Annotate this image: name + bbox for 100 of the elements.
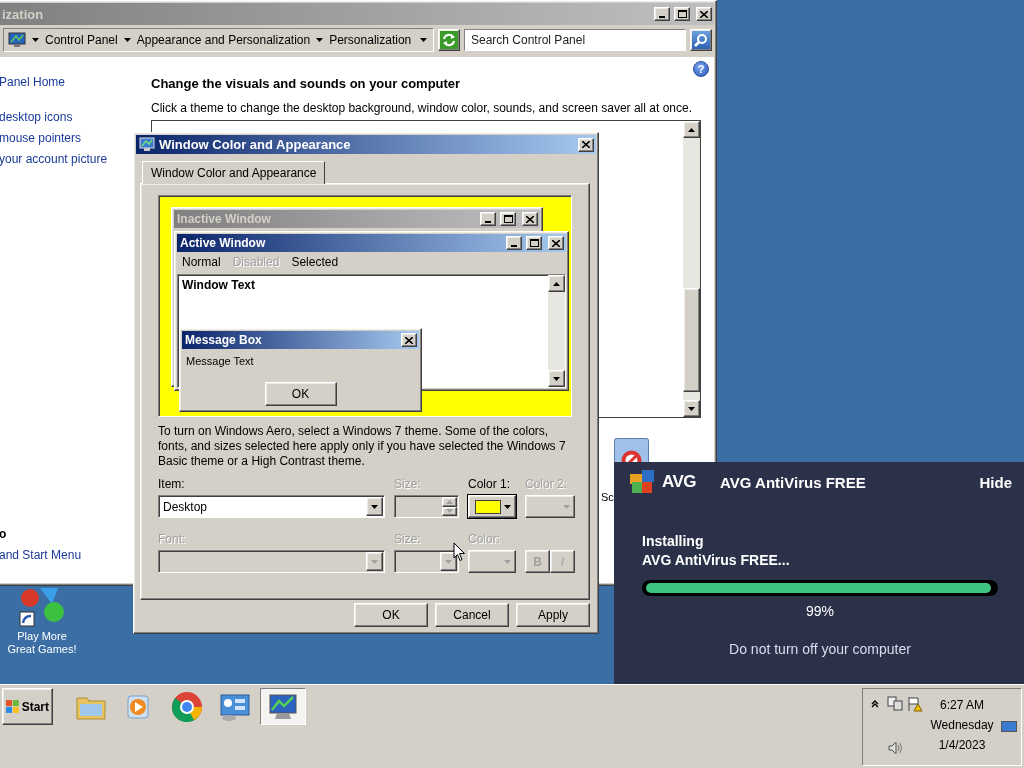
browser-icon (170, 689, 204, 724)
windows-logo-icon (6, 699, 20, 714)
start-button[interactable]: Start (2, 688, 53, 725)
dropdown-arrow-icon (371, 559, 378, 564)
section-title: o (0, 526, 8, 543)
dialog-title: Window Color and Appearance (159, 137, 352, 152)
up-arrow-icon (553, 281, 560, 286)
speaker-icon[interactable] (887, 740, 903, 756)
menu-item[interactable]: Selected (291, 255, 339, 269)
chevron-up-icon[interactable] (871, 700, 879, 708)
dropdown-arrow-icon (504, 504, 511, 509)
close-button[interactable] (401, 333, 417, 347)
message-text: Message Text (185, 354, 255, 369)
dropdown-arrow-icon (563, 504, 570, 509)
window-title: ization (2, 6, 45, 22)
task-link[interactable]: Panel Home (0, 72, 151, 93)
breadcrumb[interactable]: Appearance and Personalization (136, 33, 311, 47)
hide-button[interactable]: Hide (979, 473, 1012, 491)
page-description: Click a theme to change the desktop background, window color, sounds, and screen saver all at once. (151, 101, 693, 115)
flag-warning-icon[interactable] (907, 696, 923, 712)
dropdown-arrow-icon (445, 559, 452, 564)
close-button[interactable] (522, 212, 538, 226)
field-label: Item: (158, 477, 186, 491)
minimize-button[interactable] (654, 7, 670, 21)
network-icon[interactable] (887, 696, 903, 712)
breadcrumb[interactable]: Personalization (329, 33, 412, 47)
clock-time: 6:27 AM (940, 698, 984, 712)
down-arrow-icon (446, 509, 453, 514)
warning-text: Do not turn off your computer (729, 641, 911, 657)
scroll-thumb[interactable] (683, 288, 700, 392)
window-title: Message Box (185, 333, 263, 347)
close-icon (552, 239, 560, 247)
close-button[interactable] (578, 137, 594, 152)
taskbar-app-button[interactable] (260, 688, 306, 725)
chevron-icon (316, 38, 324, 42)
screen-saver-label[interactable]: Sc (601, 491, 614, 503)
window-title: Active Window (180, 236, 267, 250)
address-bar[interactable]: Control Panel Appearance and Personalization Personalization (3, 28, 434, 52)
mouse-pointer-icon (453, 542, 466, 562)
window-text: Window Text (181, 277, 256, 294)
close-icon (582, 141, 590, 148)
aero-note: To turn on Windows Aero, select a Windows 7 theme. Some of the colors, fonts, and sizes selected here apply only if you have selected the Windows 7 Basic theme or a High Contrast theme. (158, 424, 567, 469)
down-arrow-icon (553, 376, 560, 381)
monitor-icon (267, 691, 299, 722)
close-button[interactable] (696, 7, 712, 21)
chevron-icon (32, 38, 39, 42)
history-dropdown-icon (420, 38, 427, 42)
maximize-button[interactable] (674, 7, 690, 21)
menu-item[interactable]: Normal (182, 255, 221, 269)
installer-title: AVG AntiVirus FREE (720, 473, 867, 491)
dialog-button[interactable]: OK (354, 603, 428, 627)
dropdown[interactable]: Desktop (158, 495, 385, 518)
color-picker-button[interactable] (468, 495, 516, 518)
status-text: AVG AntiVirus FREE... (642, 551, 791, 570)
dialog-button[interactable]: Apply (516, 603, 590, 627)
maximize-icon (677, 10, 687, 18)
maximize-icon (503, 215, 513, 223)
dialog-button[interactable]: Cancel (435, 603, 509, 627)
up-arrow-icon (446, 499, 453, 504)
scrollbar[interactable] (548, 275, 565, 387)
window-title: Inactive Window (177, 212, 272, 226)
tab[interactable]: Window Color and Appearance (142, 161, 326, 184)
chevron-icon (123, 38, 131, 42)
scroll-down-button[interactable] (548, 370, 565, 387)
dropdown-arrow-icon (504, 559, 511, 564)
scrollbar[interactable] (683, 121, 700, 417)
maximize-button[interactable] (500, 212, 516, 226)
show-desktop-icon[interactable] (1001, 721, 1017, 733)
task-link[interactable]: desktop icons (0, 107, 151, 128)
close-button[interactable] (548, 236, 564, 250)
monitor-icon (8, 32, 26, 48)
dropdown-arrow-icon (371, 504, 378, 509)
refresh-button[interactable] (438, 29, 460, 51)
progress-percent: 99% (806, 603, 834, 619)
games-icon (18, 588, 66, 628)
monitor-icon (139, 137, 155, 152)
down-arrow-icon (688, 406, 695, 411)
scroll-down-button[interactable] (683, 400, 700, 417)
breadcrumb[interactable]: Control Panel (45, 33, 118, 47)
scroll-up-button[interactable] (683, 121, 700, 138)
minimize-button[interactable] (506, 236, 522, 250)
clock-date: 1/4/2023 (938, 738, 986, 752)
desktop-icon-label[interactable]: Play More Great Games! (7, 630, 77, 656)
close-icon (700, 10, 708, 18)
ok-button[interactable]: OK (264, 382, 337, 406)
clock[interactable]: 6:27 AM Wednesday 1/4/2023 (923, 695, 1001, 759)
close-icon (526, 215, 534, 223)
maximize-button[interactable] (526, 236, 542, 250)
scroll-up-button[interactable] (548, 275, 565, 292)
search-field[interactable]: Search Control Panel (464, 29, 686, 51)
maximize-icon (529, 239, 539, 247)
search-icon (694, 33, 708, 47)
search-button[interactable] (690, 29, 712, 51)
logo-text: AVG (662, 472, 697, 492)
page-heading: Change the visuals and sounds on your computer (151, 76, 462, 91)
minimize-button[interactable] (480, 212, 496, 226)
up-arrow-icon (688, 127, 695, 132)
field-label: Color 1: (468, 477, 512, 491)
close-icon (405, 336, 413, 344)
logo-icon (630, 470, 656, 494)
